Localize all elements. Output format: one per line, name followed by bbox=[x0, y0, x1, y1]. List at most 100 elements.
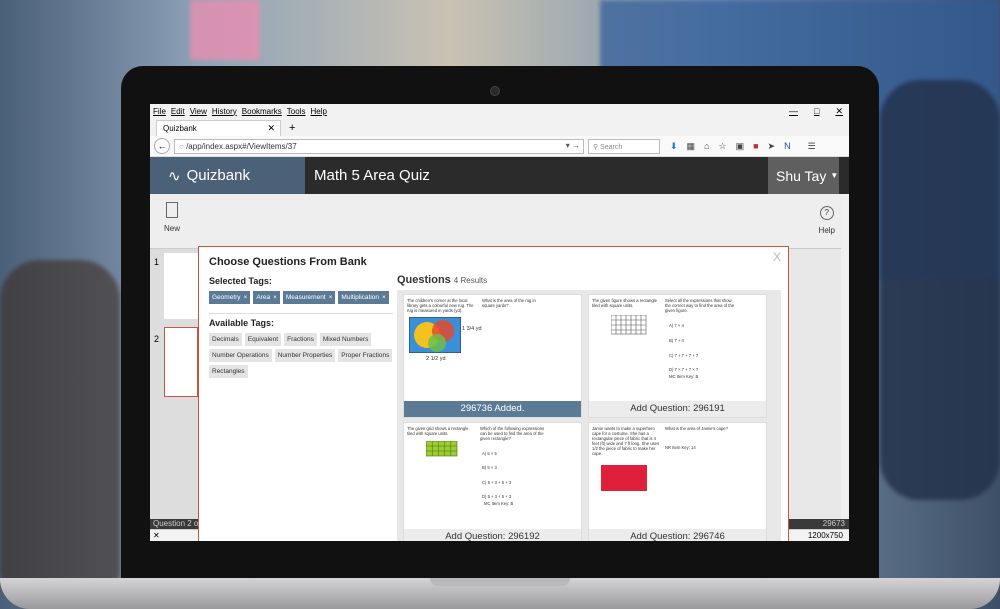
new-tab-button[interactable]: + bbox=[289, 122, 295, 134]
available-tag[interactable]: Proper Fractions bbox=[338, 349, 393, 362]
help-label: Help bbox=[818, 226, 835, 235]
tab-close-icon[interactable]: ✕ bbox=[267, 123, 275, 134]
available-tags: Decimals Equivalent Fractions Mixed Numb… bbox=[209, 333, 395, 378]
remove-tag-icon[interactable]: × bbox=[273, 294, 277, 301]
add-question-button[interactable]: Add Question: 296746 bbox=[589, 529, 766, 541]
menu-help[interactable]: Help bbox=[310, 107, 326, 116]
go-arrow-icon[interactable]: ▾ → bbox=[566, 141, 580, 150]
navigation-bar: ← ○ /app/index.aspx#/ViewItems/37 ▾ → ⚲ … bbox=[150, 136, 849, 157]
question-bank-modal: Choose Questions From Bank X Selected Ta… bbox=[198, 246, 789, 541]
questions-heading: Questions 4 Results bbox=[397, 274, 487, 286]
selected-tags: Geometry × Area × Measurement × Multiplicat… bbox=[209, 291, 389, 304]
bottom-close-icon[interactable]: ✕ bbox=[153, 531, 160, 540]
window-size: 1200x750 bbox=[807, 531, 843, 540]
item-key: NR Item Key: 14 bbox=[665, 445, 696, 450]
menu-bookmarks[interactable]: Bookmarks bbox=[242, 107, 282, 116]
add-question-button[interactable]: Add Question: 296192 bbox=[404, 529, 581, 541]
question-text: The given grid shows a rectangle tiled w… bbox=[407, 426, 469, 436]
tab-strip: Quizbank ✕ + bbox=[150, 118, 849, 136]
question-list: 1 2 bbox=[150, 249, 200, 519]
selected-tag[interactable]: Measurement × bbox=[282, 291, 336, 304]
new-button[interactable]: New bbox=[164, 202, 180, 233]
green-grid-image bbox=[426, 441, 458, 457]
search-placeholder: Search bbox=[600, 143, 623, 151]
rug-length: 2 1/2 yd bbox=[426, 356, 446, 362]
available-tag[interactable]: Mixed Numbers bbox=[319, 333, 372, 346]
available-tags-label: Available Tags: bbox=[209, 318, 275, 328]
selected-tag[interactable]: Geometry × bbox=[209, 291, 251, 304]
question-card: The children's corner at the local libra… bbox=[403, 294, 582, 418]
add-question-button[interactable]: Add Question: 296191 bbox=[589, 401, 766, 417]
question-prompt: Which of the following expressions can b… bbox=[480, 426, 545, 441]
question-number-1[interactable]: 1 bbox=[154, 257, 159, 267]
selected-tag[interactable]: Multiplication × bbox=[338, 291, 389, 304]
item-key: MC Item Key: B bbox=[484, 501, 514, 506]
menu-tools[interactable]: Tools bbox=[287, 107, 306, 116]
maximize-icon[interactable]: □ bbox=[814, 106, 819, 117]
question-icon: ? bbox=[819, 206, 834, 220]
question-prompt: Select all the expressions that show the… bbox=[665, 298, 735, 313]
question-added-indicator[interactable]: 296736 Added. bbox=[404, 401, 581, 417]
answer-option: A) 5 × 5 bbox=[482, 451, 497, 456]
question-text: Jamie wants to make a superhero cape for… bbox=[592, 426, 660, 456]
grid-icon[interactable]: ▦ bbox=[687, 141, 696, 152]
answer-option: D) 5 + 3 + 5 + 3 bbox=[482, 494, 512, 499]
home-icon[interactable]: ⌂ bbox=[704, 141, 709, 151]
modal-close-button[interactable]: X bbox=[773, 250, 781, 264]
status-right: 29673 bbox=[822, 519, 845, 528]
question-grid: The children's corner at the local libra… bbox=[397, 290, 781, 541]
quiz-title: Math 5 Area Quiz bbox=[314, 167, 430, 184]
divider bbox=[209, 313, 393, 314]
selected-tag[interactable]: Area × bbox=[253, 291, 280, 304]
available-tag[interactable]: Number Properties bbox=[274, 349, 336, 362]
question-prompt: What is the area of the rug in square ya… bbox=[482, 298, 536, 308]
questions-label: Questions bbox=[397, 274, 451, 286]
question-number-2[interactable]: 2 bbox=[154, 334, 159, 344]
bookmark-star-icon[interactable]: ☆ bbox=[719, 141, 727, 152]
answer-option: B) 5 × 3 bbox=[482, 465, 497, 470]
close-window-icon[interactable]: ✕ bbox=[835, 106, 843, 117]
help-button[interactable]: ? Help bbox=[819, 206, 835, 235]
download-icon[interactable]: ⬇ bbox=[670, 141, 678, 152]
available-tag[interactable]: Number Operations bbox=[209, 349, 272, 362]
question-preview: The given grid shows a rectangle tiled w… bbox=[404, 423, 581, 530]
hamburger-menu-icon[interactable]: ☰ bbox=[808, 141, 816, 152]
extension-icon[interactable]: ■ bbox=[753, 141, 758, 151]
menu-file[interactable]: File bbox=[153, 107, 166, 116]
clipboard-icon[interactable]: ▣ bbox=[736, 141, 745, 152]
minimize-icon[interactable]: — bbox=[789, 106, 798, 117]
logo-text: Quizbank bbox=[186, 167, 250, 184]
remove-tag-icon[interactable]: × bbox=[244, 294, 248, 301]
remove-tag-icon[interactable]: × bbox=[329, 294, 333, 301]
available-tag[interactable]: Equivalent bbox=[244, 333, 282, 346]
url-bar[interactable]: ○ /app/index.aspx#/ViewItems/37 ▾ → bbox=[174, 138, 584, 154]
back-arrow-icon[interactable]: ← bbox=[154, 138, 170, 154]
webcam bbox=[490, 86, 500, 96]
laptop-notch bbox=[430, 578, 570, 586]
scrollbar[interactable] bbox=[841, 194, 849, 519]
available-tag[interactable]: Fractions bbox=[284, 333, 317, 346]
available-tag[interactable]: Decimals bbox=[209, 333, 242, 346]
question-preview: Jamie wants to make a superhero cape for… bbox=[589, 423, 766, 530]
rug-image bbox=[409, 317, 461, 353]
menu-history[interactable]: History bbox=[212, 107, 237, 116]
globe-icon: ○ bbox=[179, 141, 184, 151]
remove-tag-icon[interactable]: × bbox=[382, 294, 386, 301]
question-thumbnail-2[interactable] bbox=[164, 327, 198, 397]
tag-label: Measurement bbox=[285, 294, 326, 301]
menu-view[interactable]: View bbox=[190, 107, 207, 116]
question-text: The given figure shows a rectangle tiled… bbox=[592, 298, 657, 308]
rug-width: 1 3/4 yd bbox=[462, 326, 482, 332]
app-toolbar: New ? Help bbox=[150, 194, 849, 249]
search-input[interactable]: ⚲ Search bbox=[588, 138, 660, 154]
question-thumbnail-1[interactable] bbox=[164, 253, 198, 319]
menu-edit[interactable]: Edit bbox=[171, 107, 185, 116]
tag-label: Geometry bbox=[212, 294, 241, 301]
notes-icon[interactable]: N bbox=[784, 141, 791, 151]
available-tag[interactable]: Rectangles bbox=[209, 365, 248, 378]
user-menu[interactable]: Shu Tay ▼ bbox=[768, 157, 839, 194]
app-logo[interactable]: ∿ Quizbank bbox=[150, 157, 305, 194]
browser-tab[interactable]: Quizbank ✕ bbox=[156, 120, 281, 136]
logo-wave-icon: ∿ bbox=[168, 167, 181, 185]
send-icon[interactable]: ➤ bbox=[768, 141, 776, 152]
